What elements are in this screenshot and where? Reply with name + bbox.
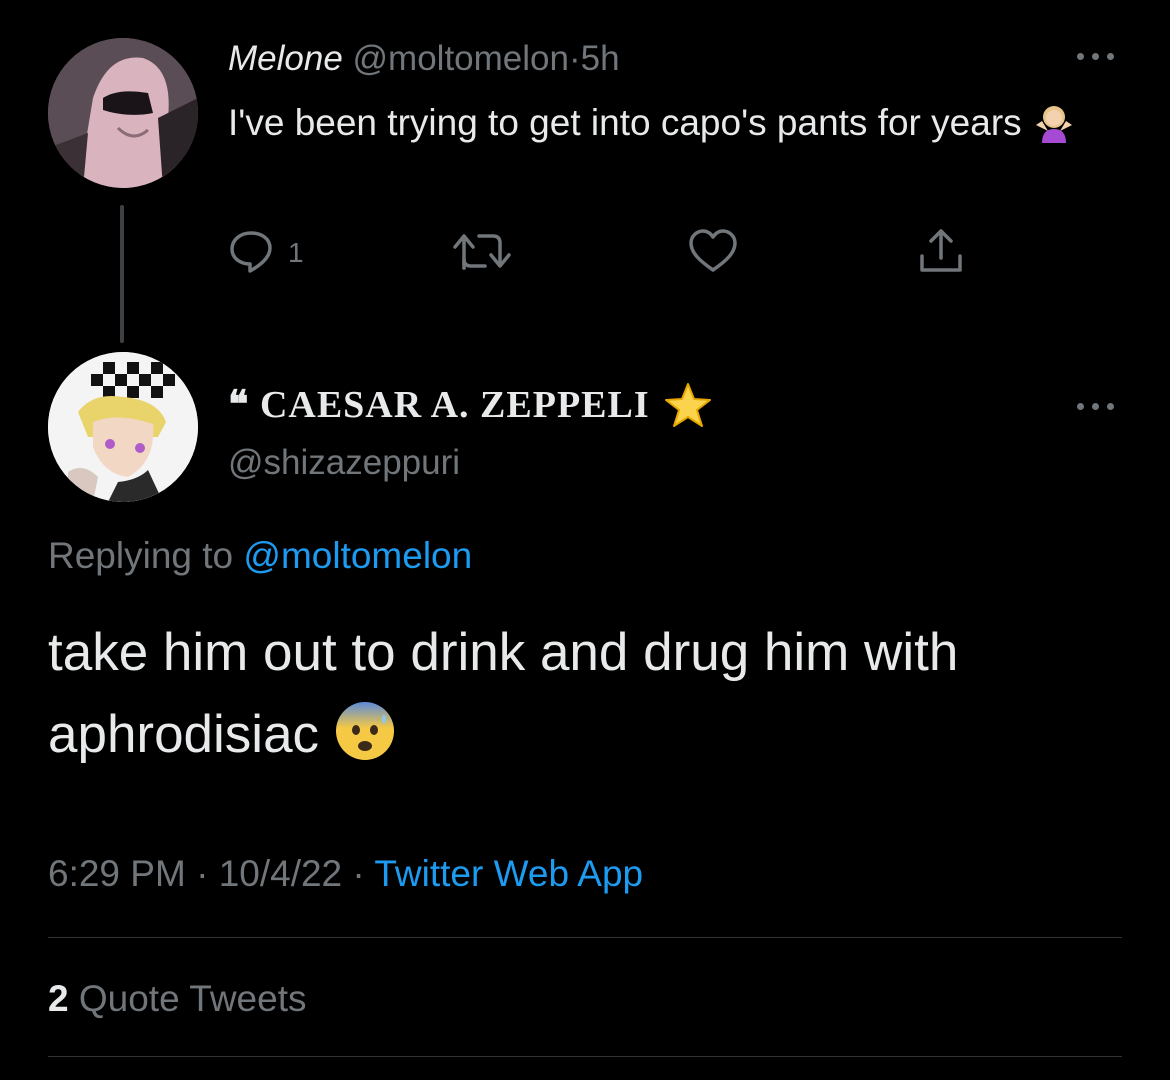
melone-avatar[interactable] xyxy=(48,38,198,188)
woman-shrugging-emoji-icon xyxy=(1032,102,1076,160)
meta-separator-1: · xyxy=(196,853,209,894)
tweet-date[interactable]: 10/4/22 xyxy=(219,853,342,894)
anxious-face-emoji-icon xyxy=(334,700,396,786)
tweet-meta: 6:29 PM · 10/4/22 · Twitter Web App xyxy=(48,850,643,898)
reply-action[interactable]: 1 xyxy=(228,226,304,280)
parent-more-options-icon[interactable] xyxy=(1075,50,1119,62)
replying-label: Replying to xyxy=(48,535,234,576)
star-emoji-icon xyxy=(664,382,712,428)
parent-tweet-body: I've been trying to get into capo's pant… xyxy=(228,102,1022,143)
quote-tweets-link[interactable]: 2 Quote Tweets xyxy=(48,975,306,1023)
heart-icon[interactable] xyxy=(688,228,738,279)
parent-handle[interactable]: @moltomelon xyxy=(353,39,569,78)
reply-icon[interactable] xyxy=(228,228,274,279)
main-tweet-body: take him out to drink and drug him with … xyxy=(48,623,959,764)
meta-separator-2: · xyxy=(352,853,365,894)
main-display-name-row[interactable]: ❝ CAESAR A. ZEPPELI xyxy=(228,380,712,430)
reply-count: 1 xyxy=(288,237,304,268)
divider-bottom xyxy=(48,1056,1122,1057)
parent-tweet-text: I've been trying to get into capo's pant… xyxy=(228,94,1128,160)
share-action[interactable] xyxy=(916,226,966,280)
tweet-time[interactable]: 6:29 PM xyxy=(48,853,186,894)
parent-time-ago[interactable]: 5h xyxy=(581,39,620,78)
tweet-source-link[interactable]: Twitter Web App xyxy=(374,853,643,894)
parent-display-name[interactable]: Melone xyxy=(228,39,343,78)
quote-count: 2 xyxy=(48,978,69,1019)
replying-to-line: Replying to @moltomelon xyxy=(48,532,472,580)
thread-connector-line xyxy=(120,205,124,343)
quote-label: Quote Tweets xyxy=(78,978,307,1019)
share-icon[interactable] xyxy=(916,226,966,281)
retweet-icon[interactable] xyxy=(453,228,511,279)
replying-handle-link[interactable]: @moltomelon xyxy=(243,535,472,576)
parent-tweet-actions: 1 xyxy=(228,226,988,280)
like-action[interactable] xyxy=(688,226,738,280)
divider-top xyxy=(48,937,1122,938)
main-more-options-icon[interactable] xyxy=(1075,400,1119,412)
tweet-detail-page: Melone @moltomelon·5h I've been trying t… xyxy=(0,0,1170,1080)
main-tweet-text: take him out to drink and drug him with … xyxy=(48,612,1128,786)
parent-tweet-header: Melone @moltomelon·5h xyxy=(228,36,620,82)
caesar-avatar[interactable] xyxy=(48,352,198,502)
main-handle[interactable]: @shizazeppuri xyxy=(228,440,460,486)
main-display-name[interactable]: ❝ CAESAR A. ZEPPELI xyxy=(228,380,650,430)
retweet-action[interactable] xyxy=(453,226,511,280)
parent-header-separator: · xyxy=(568,39,581,78)
